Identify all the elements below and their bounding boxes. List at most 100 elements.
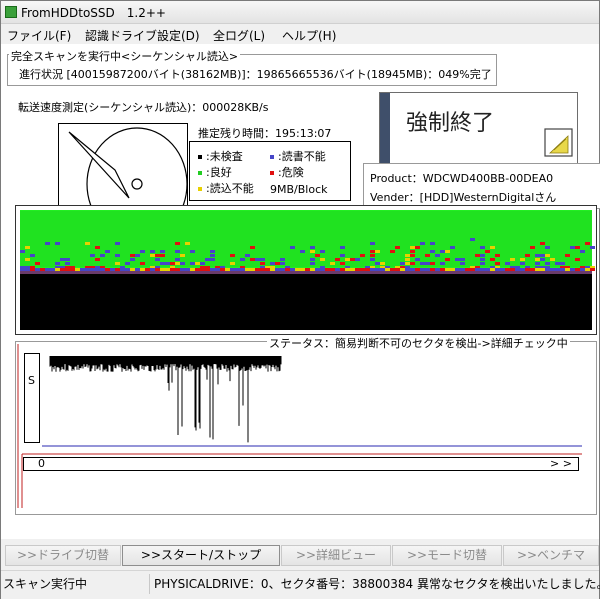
sector-block — [430, 242, 435, 245]
benchmark-button[interactable]: >>ベンチマ — [503, 545, 599, 566]
sector-block — [255, 268, 260, 271]
sector-block — [160, 250, 165, 253]
sector-block — [340, 254, 345, 257]
sector-block — [75, 268, 80, 271]
sector-block — [130, 258, 135, 261]
sector-block — [180, 254, 185, 257]
sector-block — [530, 246, 535, 249]
sector-block — [505, 262, 510, 265]
legend-swatch-unscanned — [198, 155, 202, 159]
sector-block — [195, 268, 200, 271]
sector-block — [540, 242, 545, 245]
sector-block — [230, 262, 235, 265]
sector-block — [100, 254, 105, 257]
start-stop-button[interactable]: >>スタート/ストップ — [122, 545, 280, 566]
sector-block — [175, 242, 180, 245]
menu-help[interactable]: ヘルプ(H) — [282, 27, 336, 44]
sector-block — [480, 246, 485, 249]
sector-map — [15, 205, 597, 335]
sector-block — [590, 246, 595, 249]
sector-block — [325, 268, 330, 271]
sector-block — [385, 268, 390, 271]
detail-view-button[interactable]: >>詳細ビュー — [281, 545, 391, 566]
sector-block — [490, 246, 495, 249]
sector-block — [465, 268, 470, 271]
sector-block — [175, 268, 180, 271]
sector-block — [170, 262, 175, 265]
sector-block — [190, 268, 195, 271]
menu-bar: ファイル(F) 認識ドライブ設定(D) 全ログ(L) ヘルプ(H) — [1, 24, 599, 44]
legend-danger: :危険 — [270, 164, 304, 180]
sector-block — [350, 258, 355, 261]
sector-block — [250, 268, 255, 271]
sector-block — [245, 254, 250, 257]
status-panel — [15, 341, 597, 515]
sector-block — [270, 268, 275, 271]
sector-block — [280, 258, 285, 261]
sector-block — [405, 254, 410, 257]
sector-block — [260, 258, 265, 261]
sector-block — [340, 268, 345, 271]
sector-block — [115, 268, 120, 271]
sector-block — [550, 258, 555, 261]
sector-block — [375, 262, 380, 265]
window-title: FromHDDtoSSD 1.2++ — [21, 6, 166, 20]
sector-block — [185, 242, 190, 245]
sector-block — [510, 258, 515, 261]
sector-block — [425, 254, 430, 257]
sector-block — [445, 268, 450, 271]
sector-block — [135, 254, 140, 257]
sector-block — [150, 254, 155, 257]
sector-block — [380, 262, 385, 265]
sector-block — [65, 268, 70, 271]
sector-block — [165, 262, 170, 265]
mode-switch-button[interactable]: >>モード切替 — [392, 545, 502, 566]
sector-block — [45, 242, 50, 245]
remaining-time-text: 推定残り時間：195:13:07 — [198, 127, 332, 140]
sector-block — [470, 268, 475, 271]
sector-block — [225, 268, 230, 271]
sector-block — [155, 258, 160, 261]
sector-block — [450, 268, 455, 271]
sector-block — [265, 268, 270, 271]
sector-block — [410, 246, 415, 249]
sector-block — [245, 268, 250, 271]
sector-block — [345, 258, 350, 261]
sector-block — [420, 242, 425, 245]
legend-label: :良好 — [206, 166, 232, 179]
sector-block — [105, 250, 110, 253]
menu-all-log[interactable]: 全ログ(L) — [213, 27, 265, 44]
sector-block — [360, 254, 365, 257]
sector-block — [585, 268, 590, 271]
sector-block — [370, 250, 375, 253]
sector-block — [55, 242, 60, 245]
sector-block — [410, 250, 415, 253]
sector-block — [480, 258, 485, 261]
menu-file[interactable]: ファイル(F) — [7, 27, 71, 44]
s-indicator: S — [24, 353, 40, 443]
sector-block — [160, 262, 165, 265]
drive-switch-button[interactable]: >>ドライブ切替 — [5, 545, 121, 566]
sector-block — [430, 250, 435, 253]
sector-block — [320, 250, 325, 253]
sector-block — [320, 258, 325, 261]
sector-block — [495, 254, 500, 257]
transfer-speed-text: 転送速度測定(シーケンシャル読込)：000028KB/s — [18, 101, 269, 114]
sector-block — [330, 262, 335, 265]
sector-block — [310, 250, 315, 253]
sector-block — [460, 258, 465, 261]
sector-block — [435, 254, 440, 257]
sector-block — [405, 262, 410, 265]
sector-block — [410, 262, 415, 265]
legend-label: :未検査 — [206, 150, 243, 163]
sector-block — [115, 254, 120, 257]
sector-block — [35, 262, 40, 265]
title-bar: FromHDDtoSSD 1.2++ — [1, 1, 599, 24]
s-indicator-label: S — [28, 374, 35, 387]
sector-block — [30, 268, 35, 271]
sector-block — [395, 268, 400, 271]
sector-block — [140, 268, 145, 271]
sector-block — [420, 262, 425, 265]
legend-good: :良好 — [198, 164, 232, 180]
menu-drive-settings[interactable]: 認識ドライブ設定(D) — [85, 27, 200, 44]
